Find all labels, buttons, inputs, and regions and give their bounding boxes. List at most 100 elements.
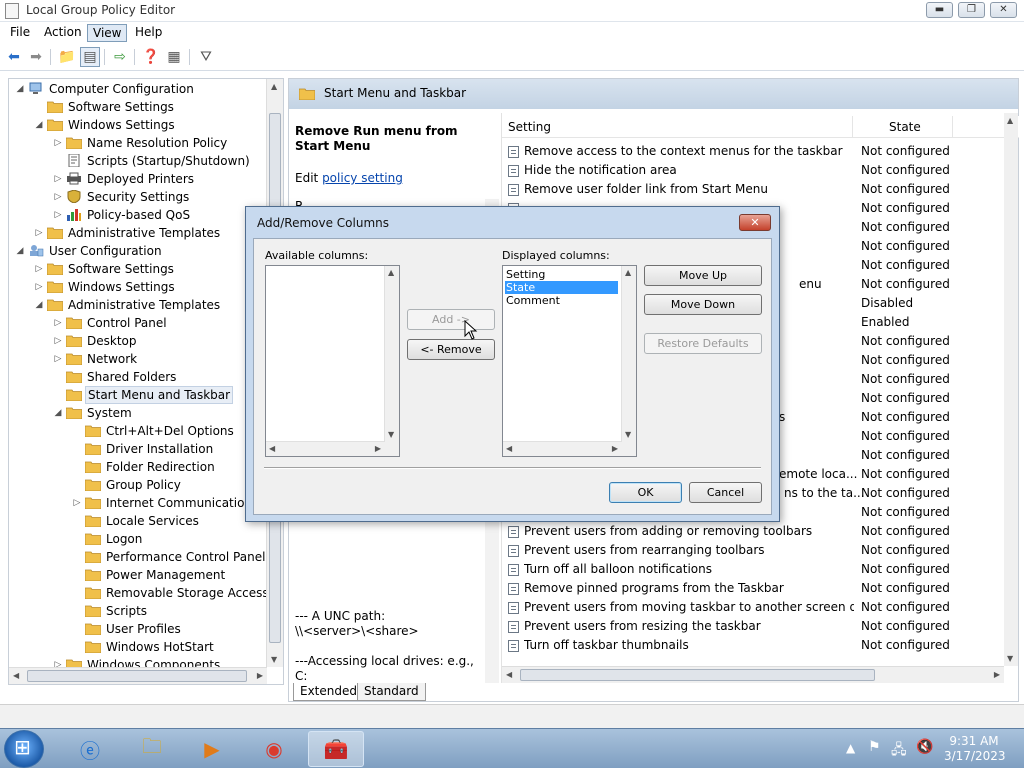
- tree-item[interactable]: ◢ System: [9, 404, 267, 422]
- tree-expander-icon[interactable]: ▷: [72, 494, 82, 512]
- export-list-icon[interactable]: ⇨: [110, 47, 130, 67]
- tree-expander-icon[interactable]: ▷: [34, 278, 44, 296]
- properties-icon[interactable]: ▦: [164, 47, 184, 67]
- tree-item[interactable]: ▷ Administrative Templates: [9, 224, 267, 242]
- maximize-button[interactable]: ❐: [958, 2, 985, 18]
- displayed-list-hscroll[interactable]: ◀ ▶: [503, 441, 622, 456]
- setting-row[interactable]: Hide the notification area Not configured: [502, 161, 1019, 180]
- back-icon[interactable]: ⬅: [4, 47, 24, 67]
- close-button[interactable]: ✕: [990, 2, 1017, 18]
- tree-item[interactable]: ▷ Internet Communication M: [9, 494, 267, 512]
- tree-expander-icon[interactable]: ◢: [15, 242, 25, 260]
- cancel-button[interactable]: Cancel: [689, 482, 762, 503]
- column-header-state[interactable]: State: [889, 120, 921, 134]
- tree-item[interactable]: Software Settings: [9, 98, 267, 116]
- tree-expander-icon[interactable]: ▷: [53, 206, 63, 224]
- tree-item[interactable]: Start Menu and Taskbar: [9, 386, 267, 404]
- menu-help[interactable]: Help: [130, 24, 167, 42]
- tree-item[interactable]: Scripts (Startup/Shutdown): [9, 152, 267, 170]
- tree-item[interactable]: Windows HotStart: [9, 638, 267, 656]
- show-hidden-icons[interactable]: ▲: [846, 741, 855, 755]
- tree-expander-icon[interactable]: ▷: [53, 134, 63, 152]
- setting-row[interactable]: Remove user folder link from Start Menu N…: [502, 180, 1019, 199]
- tree-item[interactable]: ◢ Computer Configuration: [9, 80, 267, 98]
- tree-item[interactable]: Driver Installation: [9, 440, 267, 458]
- tree-item[interactable]: ▷ Desktop: [9, 332, 267, 350]
- tree-item[interactable]: ▷ Network: [9, 350, 267, 368]
- displayed-column-item[interactable]: Comment: [505, 294, 618, 307]
- network-icon[interactable]: 🖧: [891, 739, 907, 763]
- available-columns-list[interactable]: ▲ ▼ ◀ ▶: [265, 265, 400, 457]
- setting-row[interactable]: Prevent users from resizing the taskbar N…: [502, 617, 1019, 636]
- tree-item[interactable]: Scripts: [9, 602, 267, 620]
- move-up-button[interactable]: Move Up: [644, 265, 762, 286]
- setting-row[interactable]: Turn off all balloon notifications Not co…: [502, 560, 1019, 579]
- minimize-button[interactable]: ▬: [926, 2, 953, 18]
- policy-editor-taskbar-icon[interactable]: 🧰: [308, 731, 364, 767]
- filter-icon[interactable]: ⛛: [196, 47, 216, 67]
- tree-item[interactable]: Shared Folders: [9, 368, 267, 386]
- tree-expander-icon[interactable]: ◢: [53, 404, 63, 422]
- tree-item[interactable]: Ctrl+Alt+Del Options: [9, 422, 267, 440]
- list-horizontal-scrollbar[interactable]: ◀ ▶: [502, 666, 1004, 683]
- tree-item[interactable]: ◢ Windows Settings: [9, 116, 267, 134]
- move-down-button[interactable]: Move Down: [644, 294, 762, 315]
- available-list-vscroll[interactable]: ▲ ▼: [384, 266, 399, 456]
- tree-expander-icon[interactable]: ▷: [34, 224, 44, 242]
- setting-row[interactable]: Prevent users from rearranging toolbars N…: [502, 541, 1019, 560]
- navigation-tree[interactable]: ◢ Computer Configuration Software Settings…: [8, 78, 284, 685]
- tab-extended[interactable]: Extended: [293, 683, 364, 701]
- tree-item[interactable]: ▷ Name Resolution Policy: [9, 134, 267, 152]
- action-center-flag-icon[interactable]: ⚑: [868, 739, 881, 755]
- start-button[interactable]: [4, 730, 44, 768]
- displayed-columns-list[interactable]: Setting State Comment ▲ ▼ ◀ ▶: [502, 265, 637, 457]
- tree-item[interactable]: ◢ User Configuration: [9, 242, 267, 260]
- tree-item[interactable]: User Profiles: [9, 620, 267, 638]
- chrome-icon[interactable]: ◉: [246, 731, 302, 767]
- tree-expander-icon[interactable]: ◢: [15, 80, 25, 98]
- displayed-column-item[interactable]: Setting: [505, 268, 618, 281]
- setting-row[interactable]: Turn off taskbar thumbnails Not configure…: [502, 636, 1019, 655]
- tree-item[interactable]: ▷ Security Settings: [9, 188, 267, 206]
- tree-expander-icon[interactable]: ▷: [53, 350, 63, 368]
- tree-item[interactable]: ▷ Policy-based QoS: [9, 206, 267, 224]
- tree-expander-icon[interactable]: ▷: [53, 188, 63, 206]
- system-clock[interactable]: 9:31 AM 3/17/2023: [944, 734, 1006, 764]
- tree-expander-icon[interactable]: ▷: [53, 170, 63, 188]
- menu-file[interactable]: File: [5, 24, 35, 42]
- volume-muted-icon[interactable]: 🔇: [916, 739, 933, 755]
- displayed-column-item[interactable]: State: [505, 281, 618, 294]
- setting-row[interactable]: Remove access to the context menus for t…: [502, 142, 1019, 161]
- menu-action[interactable]: Action: [39, 24, 87, 42]
- tree-expander-icon[interactable]: ▷: [34, 260, 44, 278]
- setting-row[interactable]: Prevent users from moving taskbar to ano…: [502, 598, 1019, 617]
- tree-item[interactable]: ▷ Windows Settings: [9, 278, 267, 296]
- tree-item[interactable]: Removable Storage Access: [9, 584, 269, 602]
- tree-item[interactable]: ▷ Software Settings: [9, 260, 267, 278]
- up-folder-icon[interactable]: 📁: [57, 47, 77, 67]
- column-header-setting[interactable]: Setting: [508, 120, 551, 134]
- tree-item[interactable]: Logon: [9, 530, 267, 548]
- tree-item[interactable]: ◢ Administrative Templates: [9, 296, 267, 314]
- tree-item[interactable]: Power Management: [9, 566, 267, 584]
- tree-item[interactable]: Folder Redirection: [9, 458, 267, 476]
- tree-item[interactable]: ▷ Deployed Printers: [9, 170, 267, 188]
- tree-expander-icon[interactable]: ◢: [34, 296, 44, 314]
- help-icon[interactable]: ❓: [141, 47, 161, 67]
- media-player-icon[interactable]: ▶: [184, 731, 240, 767]
- restore-defaults-button[interactable]: Restore Defaults: [644, 333, 762, 354]
- ok-button[interactable]: OK: [609, 482, 682, 503]
- menu-view[interactable]: View: [87, 24, 128, 42]
- tree-expander-icon[interactable]: ◢: [34, 116, 44, 134]
- tree-item[interactable]: Group Policy: [9, 476, 267, 494]
- tree-item[interactable]: ▷ Control Panel: [9, 314, 267, 332]
- show-hide-tree-icon[interactable]: ▤: [80, 47, 100, 67]
- policy-setting-link[interactable]: policy setting: [322, 171, 403, 185]
- available-list-hscroll[interactable]: ◀ ▶: [266, 441, 385, 456]
- setting-row[interactable]: Remove pinned programs from the Taskbar N…: [502, 579, 1019, 598]
- forward-icon[interactable]: ➡: [26, 47, 46, 67]
- displayed-list-vscroll[interactable]: ▲ ▼: [621, 266, 636, 456]
- setting-row[interactable]: Prevent users from adding or removing to…: [502, 522, 1019, 541]
- tree-horizontal-scrollbar[interactable]: ◀ ▶: [9, 667, 267, 684]
- tree-expander-icon[interactable]: ▷: [53, 314, 63, 332]
